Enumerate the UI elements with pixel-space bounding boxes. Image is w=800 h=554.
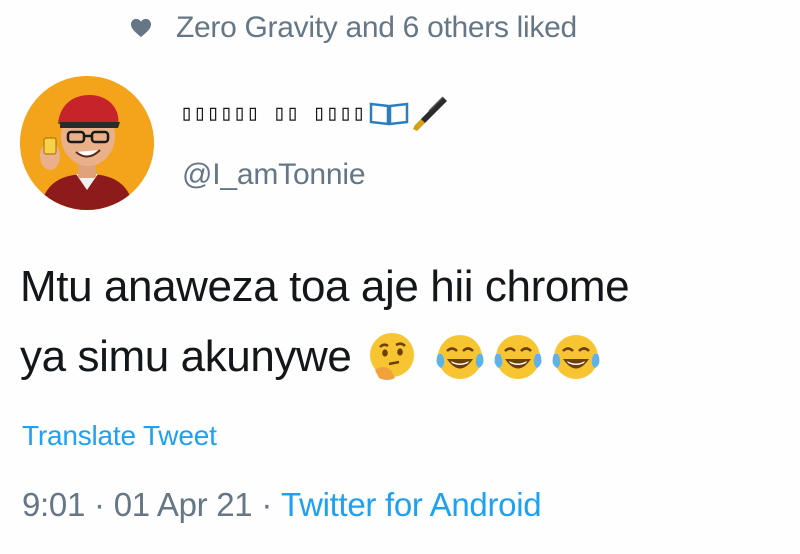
social-context: Zero Gravity and 6 others liked <box>130 8 577 48</box>
tweet-card: Zero Gravity and 6 others liked ▯▯▯▯▯▯ ▯… <box>0 0 800 554</box>
avatar-illustration <box>20 76 154 210</box>
tweet-line: Mtu anaweza toa aje hii chrome <box>20 262 630 311</box>
avatar[interactable] <box>20 76 154 210</box>
thinking-face-icon <box>370 333 415 380</box>
tweet-time: 9:01 <box>22 486 86 523</box>
author-handle[interactable]: @I_amTonnie <box>182 158 366 192</box>
display-name[interactable]: ▯▯▯▯▯▯ ▯▯ ▯▯▯▯ <box>180 90 449 136</box>
display-name-text: ▯▯▯▯▯▯ ▯▯ ▯▯▯▯ <box>180 100 366 126</box>
translate-tweet-link[interactable]: Translate Tweet <box>22 420 217 452</box>
open-book-icon <box>370 102 409 126</box>
emoji-row <box>365 330 607 384</box>
tears-of-joy-icon <box>553 335 600 379</box>
tweet-metadata: 9:01 · 01 Apr 21 · Twitter for Android <box>22 486 542 524</box>
display-name-emojis <box>369 93 449 133</box>
separator: · <box>94 486 105 523</box>
tears-of-joy-icon <box>437 335 484 379</box>
heart-icon <box>131 18 151 38</box>
fountain-pen-icon <box>413 96 448 131</box>
tweet-line-with-emojis: ya simu akunywe <box>20 322 800 392</box>
tweet-date[interactable]: 01 Apr 21 <box>114 486 253 524</box>
separator: · <box>261 486 273 523</box>
tweet-line: ya simu akunywe <box>20 332 352 381</box>
tweet-text: Mtu anaweza toa aje hii chrome ya simu a… <box>20 252 800 392</box>
tears-of-joy-icon <box>495 335 542 379</box>
tweet-source-link[interactable]: Twitter for Android <box>281 486 542 524</box>
liked-by-text[interactable]: Zero Gravity and 6 others liked <box>176 11 577 45</box>
